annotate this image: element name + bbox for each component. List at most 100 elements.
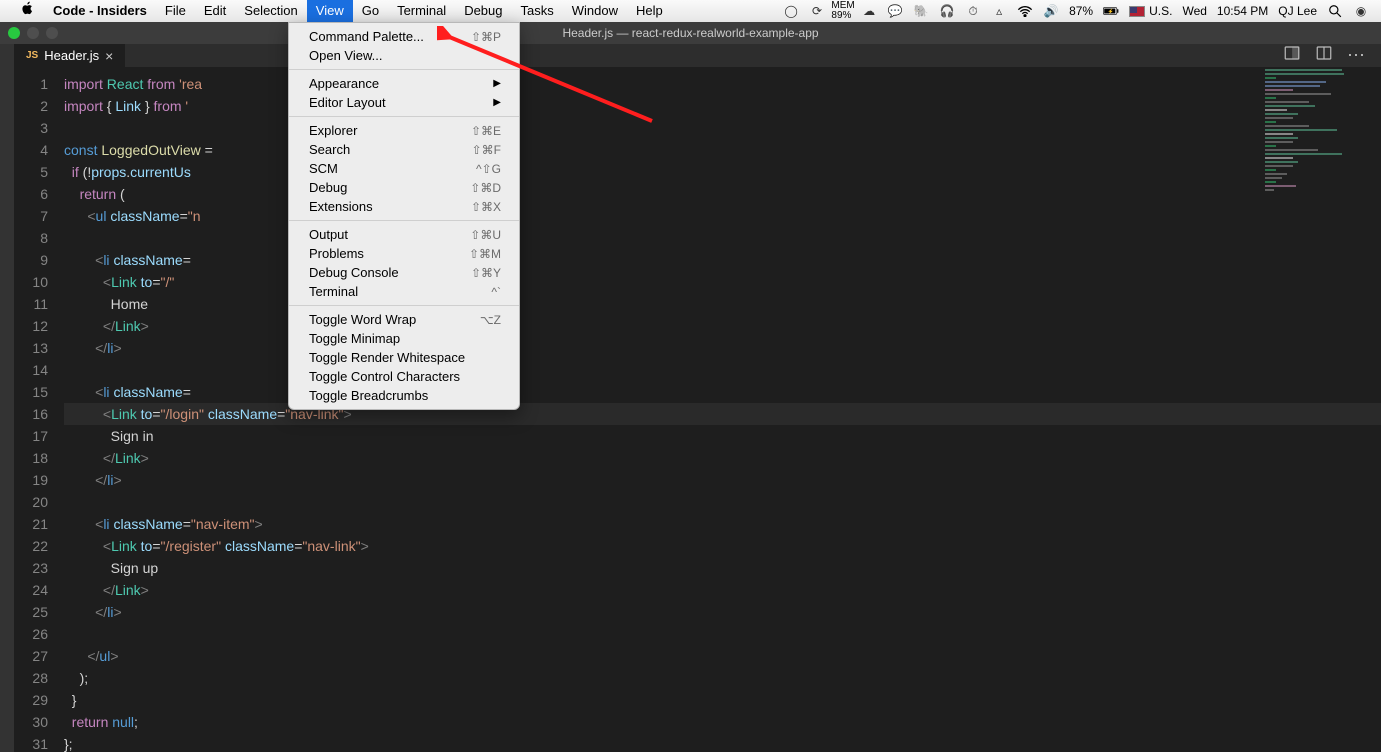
- menu-item[interactable]: Command Palette...⇧⌘P: [289, 27, 519, 46]
- app-name[interactable]: Code - Insiders: [44, 0, 156, 22]
- code-line[interactable]: return null;: [64, 711, 1381, 733]
- battery-percent[interactable]: 87%: [1069, 4, 1093, 18]
- menu-help[interactable]: Help: [627, 0, 672, 22]
- code-line[interactable]: return (: [64, 183, 1381, 205]
- code-editor[interactable]: 1234567891011121314151617181920212223242…: [14, 67, 1381, 752]
- airplay-icon[interactable]: ▵: [991, 3, 1007, 19]
- menu-item[interactable]: Search⇧⌘F: [289, 140, 519, 159]
- input-source[interactable]: U.S.: [1129, 4, 1172, 18]
- clock-day[interactable]: Wed: [1182, 4, 1206, 18]
- tab-row: JS Header.js × ⋯: [14, 44, 1381, 67]
- menu-view[interactable]: View: [307, 0, 353, 22]
- tab-header-js[interactable]: JS Header.js ×: [14, 44, 125, 67]
- code-line[interactable]: </li>: [64, 601, 1381, 623]
- code-line[interactable]: import { Link } from ': [64, 95, 1381, 117]
- memory-indicator[interactable]: MEM 89%: [835, 3, 851, 19]
- volume-icon[interactable]: 🔊: [1043, 3, 1059, 19]
- cloud-icon[interactable]: ☁: [861, 3, 877, 19]
- code-line[interactable]: <li className=: [64, 249, 1381, 271]
- code-line[interactable]: const LoggedOutView =: [64, 139, 1381, 161]
- traffic-minimize[interactable]: [27, 27, 39, 39]
- chat-icon[interactable]: 💬: [887, 3, 903, 19]
- menu-item-label: Debug Console: [309, 265, 471, 280]
- menu-item[interactable]: Terminal^`: [289, 282, 519, 301]
- wifi-icon[interactable]: [1017, 3, 1033, 19]
- menu-shortcut: ⇧⌘P: [471, 30, 501, 44]
- more-actions-icon[interactable]: ⋯: [1347, 45, 1367, 66]
- tab-close-icon[interactable]: ×: [105, 48, 113, 64]
- view-menu-dropdown[interactable]: Command Palette...⇧⌘POpen View... Appeara…: [288, 22, 520, 410]
- menu-item[interactable]: Appearance▶: [289, 74, 519, 93]
- menu-item[interactable]: Debug Console⇧⌘Y: [289, 263, 519, 282]
- menubar-left: Code - Insiders File Edit Selection View…: [0, 0, 672, 22]
- workbench: JS Header.js × ⋯ 12345678910111213141516…: [0, 44, 1381, 752]
- code-line[interactable]: </li>: [64, 469, 1381, 491]
- code-line[interactable]: </li>: [64, 337, 1381, 359]
- user-name[interactable]: QJ Lee: [1278, 4, 1317, 18]
- menu-item[interactable]: Editor Layout▶: [289, 93, 519, 112]
- code-line[interactable]: <li className=: [64, 381, 1381, 403]
- menu-item[interactable]: Extensions⇧⌘X: [289, 197, 519, 216]
- code-line[interactable]: Sign up: [64, 557, 1381, 579]
- traffic-lights[interactable]: [8, 27, 58, 39]
- split-right-icon[interactable]: [1283, 44, 1301, 67]
- menu-window[interactable]: Window: [563, 0, 627, 22]
- shield-icon[interactable]: ◯: [783, 3, 799, 19]
- menu-edit[interactable]: Edit: [195, 0, 235, 22]
- sync-icon[interactable]: ⟳: [809, 3, 825, 19]
- menu-debug[interactable]: Debug: [455, 0, 511, 22]
- apple-menu[interactable]: [12, 0, 44, 22]
- code-line[interactable]: [64, 491, 1381, 513]
- menu-item[interactable]: SCM^⇧G: [289, 159, 519, 178]
- code-line[interactable]: </Link>: [64, 579, 1381, 601]
- siri-icon[interactable]: ◉: [1353, 3, 1369, 19]
- menu-item[interactable]: Open View...: [289, 46, 519, 65]
- menu-go[interactable]: Go: [353, 0, 388, 22]
- code-line[interactable]: [64, 117, 1381, 139]
- code-line[interactable]: Sign in: [64, 425, 1381, 447]
- activity-bar[interactable]: [0, 44, 14, 752]
- code-line[interactable]: [64, 227, 1381, 249]
- spotlight-icon[interactable]: [1327, 3, 1343, 19]
- code-line[interactable]: </ul>: [64, 645, 1381, 667]
- menu-item[interactable]: Debug⇧⌘D: [289, 178, 519, 197]
- battery-icon[interactable]: ⚡: [1103, 3, 1119, 19]
- menu-item[interactable]: Toggle Breadcrumbs: [289, 386, 519, 405]
- traffic-zoom[interactable]: [46, 27, 58, 39]
- menu-file[interactable]: File: [156, 0, 195, 22]
- code-line[interactable]: }: [64, 689, 1381, 711]
- menu-selection[interactable]: Selection: [235, 0, 306, 22]
- clock-icon[interactable]: ⏱: [965, 3, 981, 19]
- code-line[interactable]: <Link to="/": [64, 271, 1381, 293]
- split-editor-icon[interactable]: [1315, 44, 1333, 67]
- menu-item[interactable]: Output⇧⌘U: [289, 225, 519, 244]
- code-line[interactable]: <Link to="/register" className="nav-link…: [64, 535, 1381, 557]
- menu-item[interactable]: Explorer⇧⌘E: [289, 121, 519, 140]
- code-line[interactable]: Home: [64, 293, 1381, 315]
- traffic-close[interactable]: [8, 27, 20, 39]
- code-content[interactable]: import React from 'reaimport { Link } fr…: [60, 67, 1381, 752]
- menu-item[interactable]: Toggle Control Characters: [289, 367, 519, 386]
- code-line[interactable]: };: [64, 733, 1381, 752]
- clock-time[interactable]: 10:54 PM: [1217, 4, 1268, 18]
- menu-item[interactable]: Toggle Word Wrap⌥Z: [289, 310, 519, 329]
- code-line[interactable]: [64, 623, 1381, 645]
- code-line[interactable]: <li className="nav-item">: [64, 513, 1381, 535]
- code-line[interactable]: </Link>: [64, 447, 1381, 469]
- code-line[interactable]: [64, 359, 1381, 381]
- menu-shortcut: ⇧⌘M: [469, 247, 501, 261]
- code-line[interactable]: import React from 'rea: [64, 73, 1381, 95]
- menu-item[interactable]: Toggle Render Whitespace: [289, 348, 519, 367]
- headphones-icon[interactable]: 🎧: [939, 3, 955, 19]
- menu-item[interactable]: Toggle Minimap: [289, 329, 519, 348]
- evernote-icon[interactable]: 🐘: [913, 3, 929, 19]
- code-line[interactable]: </Link>: [64, 315, 1381, 337]
- menu-tasks[interactable]: Tasks: [512, 0, 563, 22]
- menu-terminal[interactable]: Terminal: [388, 0, 455, 22]
- submenu-arrow-icon: ▶: [493, 78, 501, 89]
- code-line[interactable]: <ul className="n t">: [64, 205, 1381, 227]
- code-line[interactable]: );: [64, 667, 1381, 689]
- code-line[interactable]: if (!props.currentUs: [64, 161, 1381, 183]
- code-line[interactable]: <Link to="/login" className="nav-link">: [64, 403, 1381, 425]
- menu-item[interactable]: Problems⇧⌘M: [289, 244, 519, 263]
